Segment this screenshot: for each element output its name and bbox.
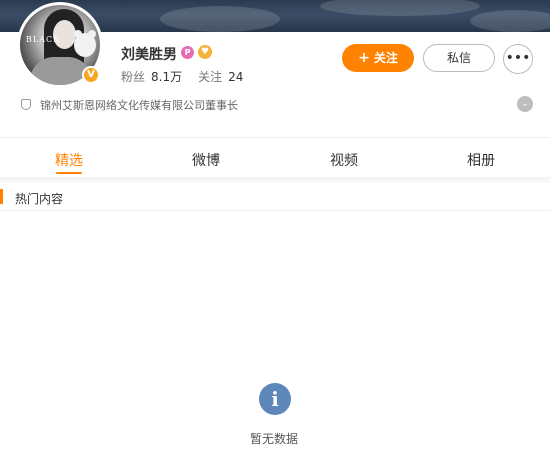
follow-button-label: 关注 — [373, 51, 398, 65]
divider — [0, 137, 550, 138]
tab-weibo[interactable]: 微博 — [192, 150, 220, 170]
message-button[interactable]: 私信 — [423, 44, 495, 72]
plus-icon: + — [358, 50, 370, 66]
tab-featured[interactable]: 精选 — [55, 150, 83, 170]
profile-page: BLACK V 刘美胜男 P ♥ 粉丝 8.1万 关注 24 + 关注 私信 ••• 锦… — [0, 0, 550, 474]
divider — [0, 210, 550, 211]
more-options-button[interactable]: ••• — [503, 44, 533, 74]
fans-label[interactable]: 粉丝 — [121, 70, 145, 84]
follow-button[interactable]: + 关注 — [342, 44, 414, 72]
verified-icon: V — [82, 66, 100, 84]
fans-count[interactable]: 8.1万 — [151, 70, 182, 84]
section-title: 热门内容 — [15, 192, 64, 206]
active-tab-indicator — [56, 172, 82, 174]
info-icon: i — [259, 383, 291, 415]
tab-video[interactable]: 视频 — [330, 150, 358, 170]
following-count[interactable]: 24 — [228, 70, 243, 84]
user-name: 刘美胜男 — [121, 47, 177, 63]
shield-icon — [21, 99, 31, 110]
avatar-text: BLACK — [26, 35, 61, 44]
tab-album[interactable]: 相册 — [467, 150, 495, 170]
user-stats: 粉丝 8.1万 关注 24 — [121, 68, 243, 85]
section-accent-bar — [0, 189, 3, 204]
profile-description: 锦州艾斯恩网络文化传媒有限公司董事长 — [40, 99, 238, 112]
teddy-bear-icon — [74, 30, 96, 57]
tabs-separator — [0, 177, 550, 183]
level-badge-icon[interactable]: P — [181, 46, 194, 59]
empty-state-text: 暂无数据 — [250, 432, 299, 446]
fan-badge-icon[interactable]: ♥ — [198, 45, 212, 59]
following-label[interactable]: 关注 — [198, 70, 222, 84]
chevron-down-icon[interactable]: ⌄ — [517, 96, 533, 112]
